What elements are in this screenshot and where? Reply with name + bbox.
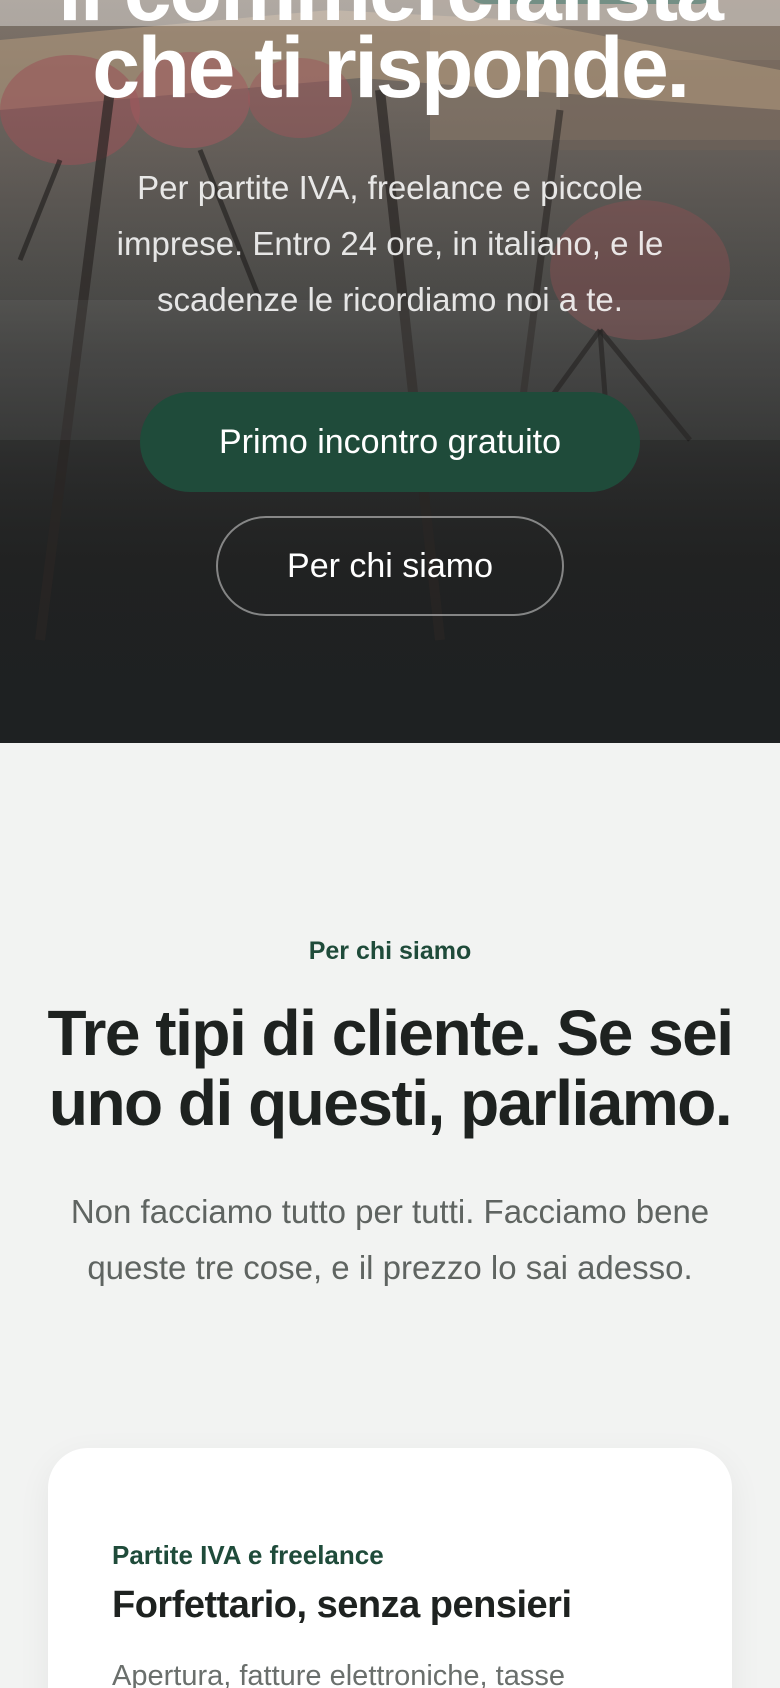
card-eyebrow: Partite IVA e freelance <box>112 1540 384 1570</box>
hero-title: che ti risponde. <box>92 20 690 116</box>
free-consultation-button[interactable]: Primo incontro gratuito <box>140 392 640 492</box>
section-eyebrow: Per chi siamo <box>308 937 472 965</box>
client-type-card[interactable]: Partite IVA e freelance Forfettario, sen… <box>48 1448 732 1688</box>
card-description: Apertura, fatture elettroniche, tasse <box>112 1660 565 1688</box>
hero-subtitle: Per partite IVA, freelance e piccole imp… <box>116 169 664 318</box>
card-title: Forfettario, senza pensieri <box>112 1584 572 1626</box>
section-lead: Non facciamo tutto per tutti. Facciamo b… <box>70 1193 710 1286</box>
section-title: Tre tipi di cliente. Se sei uno di quest… <box>47 997 734 1139</box>
who-we-are-button[interactable]: Per chi siamo <box>216 516 564 616</box>
hero-content: il commercialista che ti risponde. Per p… <box>0 0 780 743</box>
hero-section: il commercialista che ti risponde. Per p… <box>0 0 780 743</box>
